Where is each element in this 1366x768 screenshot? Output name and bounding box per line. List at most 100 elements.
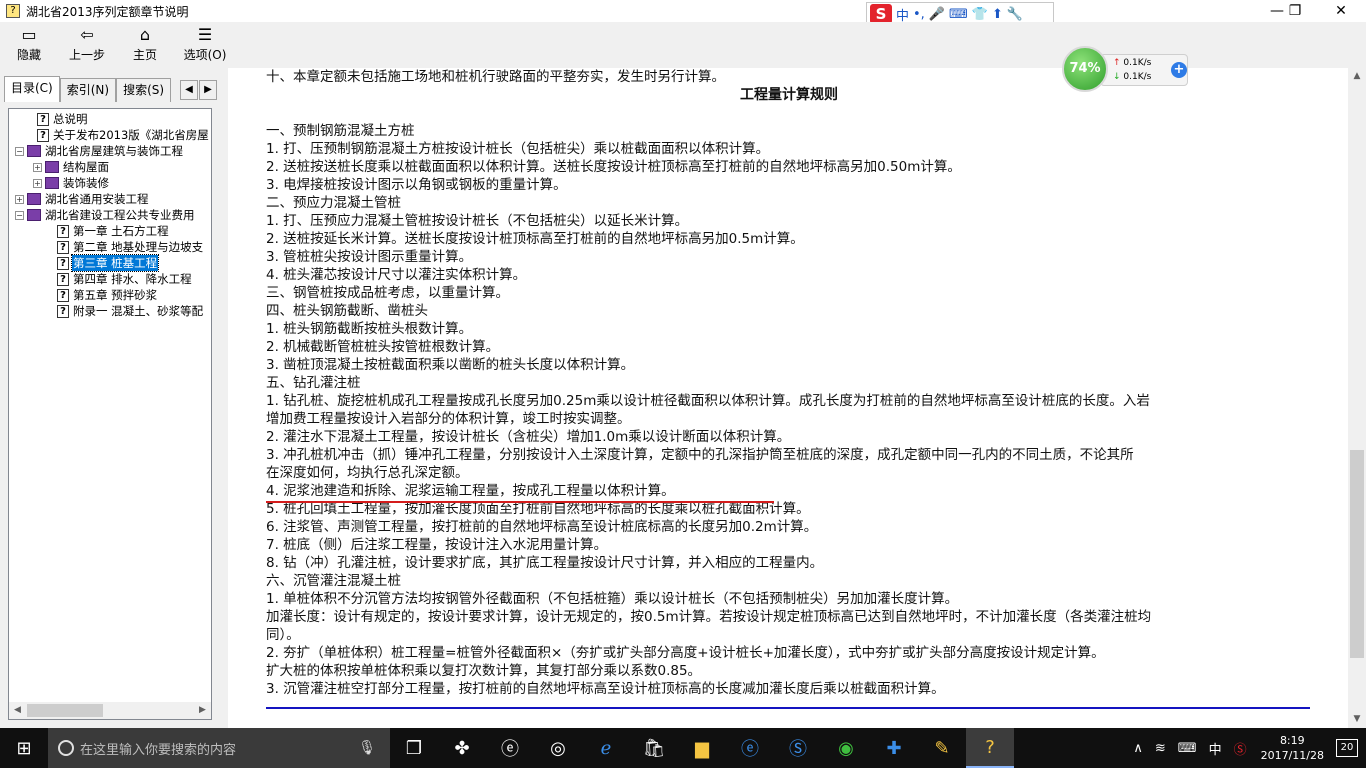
ime-voice-icon[interactable]: 🎤 [929,7,945,22]
home-button[interactable]: ⌂ 主页 [116,22,174,66]
tree-item[interactable]: ? 第一章 土石方工程 [9,223,211,239]
memory-usage-ball[interactable]: 74% [1062,46,1108,92]
tree-item[interactable]: ? 总说明 [9,111,211,127]
plus-app-icon[interactable]: ✚ [870,728,918,768]
edge-icon[interactable]: ℯ [582,728,630,768]
tree-item[interactable]: − 湖北省建设工程公共专业费用 [9,207,211,223]
notification-center-icon[interactable]: 20 [1336,739,1358,757]
swirl-app-icon[interactable]: ◎ [534,728,582,768]
tree-item-label: 第四章 排水、降水工程 [73,272,192,286]
tree-item[interactable]: + 湖北省通用安装工程 [9,191,211,207]
doc-line: 在深度如何，均执行总孔深定额。 [266,465,469,481]
options-button[interactable]: ☰ 选项(O) [174,22,236,66]
wifi-icon[interactable]: ≋ [1155,741,1166,756]
tree-item[interactable]: ? 附录一 混凝土、砂浆等配 [9,303,211,319]
browser-e-icon[interactable]: ⓔ [486,728,534,768]
ime-skin-icon[interactable]: 👕 [972,7,988,22]
tree-item[interactable]: ? 第二章 地基处理与边坡支 [9,239,211,255]
book-icon [27,193,41,205]
help-window: ? 湖北省2013序列定额章节说明 — ❐ ✕ S 中 •, 🎤 ⌨ 👕 ⬆ 🔧… [0,0,1366,728]
tree-item[interactable]: ? 第四章 排水、降水工程 [9,271,211,287]
tab-contents[interactable]: 目录(C) [4,76,60,102]
help-viewer-icon[interactable]: ? [966,728,1014,768]
help-page-icon: ? [37,128,49,142]
tree-item[interactable]: − 湖北省房屋建筑与装饰工程 [9,143,211,159]
expand-plus-icon[interactable]: + [33,178,42,188]
taskbar-search-box[interactable]: 在这里输入你要搜索的内容 🎙 [48,728,390,768]
help-page-icon: ? [37,112,49,126]
back-arrow-icon: ⇦ [80,25,94,44]
scroll-right-icon[interactable]: ▶ [194,702,211,719]
sogou-tray-icon[interactable]: Ⓢ [1234,739,1247,758]
tray-expand-icon[interactable]: ∧ [1133,741,1143,756]
keyboard-icon[interactable]: ⌨ [1178,741,1197,756]
accelerate-plus-icon[interactable]: + [1171,62,1187,78]
doc-line: 2. 灌注水下混凝土工程量，按设计桩长（含桩尖）增加1.0m乘以设计断面以体积计… [266,429,791,445]
tab-search[interactable]: 搜索(S) [116,78,172,102]
microphone-icon[interactable]: 🎙 [358,740,376,756]
task-view-icon[interactable]: ❐ [390,728,438,768]
doc-line: 3. 沉管灌注桩空打部分工程量，按打桩前的自然地坪标高至设计桩顶标高的长度减加灌… [266,681,945,697]
tab-scroll-right-icon[interactable]: ▶ [199,80,217,100]
ime-settings-icon[interactable]: 🔧 [1007,7,1023,22]
speed-panel: ↑ 0.1K/s ↓ 0.1K/s + [1100,54,1188,86]
tree-item[interactable]: + 装饰装修 [9,175,211,191]
sogou-browser-icon[interactable]: Ⓢ [774,728,822,768]
tree-item[interactable]: ? 关于发布2013版《湖北省房屋 [9,127,211,143]
blue-rule [266,707,1310,709]
ie-icon[interactable]: ⓔ [726,728,774,768]
tree-horizontal-scrollbar[interactable]: ◀ ▶ [9,702,211,719]
notepad-icon[interactable]: ✎ [918,728,966,768]
tree-item-label: 第五章 预拌砂浆 [73,288,158,302]
tree-item[interactable]: ? 第五章 预拌砂浆 [9,287,211,303]
input-lang-indicator[interactable]: 中 [1209,739,1222,758]
ime-keyboard-icon[interactable]: ⌨ [949,7,968,22]
doc-line: 2. 送桩按延长米计算。送桩长度按设计桩顶标高至打桩前的自然地坪标高另加0.5m… [266,231,804,247]
tree-item-label: 湖北省建设工程公共专业费用 [45,208,195,222]
pinwheel-app-icon[interactable]: ✤ [438,728,486,768]
ime-punct-icon[interactable]: •, [913,7,925,22]
windows-start-icon[interactable]: ⊞ [0,728,48,768]
back-label: 上一步 [68,48,105,62]
back-button[interactable]: ⇦ 上一步 [58,22,116,66]
doc-line: 6. 注浆管、声测管工程量，按打桩前的自然地坪标高至设计桩底标高的长度另加0.2… [266,519,818,535]
file-explorer-icon[interactable]: ▆ [678,728,726,768]
help-page-icon: ? [57,304,69,318]
ime-upload-icon[interactable]: ⬆ [992,7,1003,22]
tree-item-label: 关于发布2013版《湖北省房屋 [53,128,209,142]
scroll-thumb[interactable] [27,704,103,717]
tab-scroll-left-icon[interactable]: ◀ [180,80,198,100]
cortana-icon [58,740,74,756]
doc-line: 四、桩头钢筋截断、凿桩头 [266,303,428,319]
network-speed-widget[interactable]: ↑ 0.1K/s ↓ 0.1K/s + 74% [1062,46,1188,92]
sogou-logo-icon[interactable]: S [870,4,892,24]
contents-tree[interactable]: ? 总说明? 关于发布2013版《湖北省房屋 − 湖北省房屋建筑与装饰工程 + 结构屋面 + 装… [8,108,212,720]
scroll-down-icon[interactable]: ▼ [1348,711,1366,728]
content-scroll-thumb[interactable] [1350,450,1364,658]
store-icon[interactable]: 🛍 [630,728,678,768]
content-vertical-scrollbar[interactable]: ▲ ▼ [1348,68,1366,728]
close-button[interactable]: ✕ [1318,0,1364,22]
tree-item-label: 附录一 混凝土、砂浆等配 [73,304,204,318]
tree-item-label: 湖北省房屋建筑与装饰工程 [45,144,183,158]
hide-button[interactable]: ▭ 隐藏 [0,22,58,66]
collapse-minus-icon[interactable]: − [15,210,24,220]
scroll-up-icon[interactable]: ▲ [1348,68,1366,85]
book-icon [27,145,41,157]
tree-item[interactable]: ? 第三章 桩基工程 [9,254,211,272]
nav-tabs: 目录(C) 索引(N) 搜索(S) [4,76,172,102]
360-browser-icon[interactable]: ◉ [822,728,870,768]
tree-item[interactable]: + 结构屋面 [9,159,211,175]
doc-line: 1. 打、压预制钢筋混凝土方桩按设计桩长（包括桩尖）乘以桩截面面积以体积计算。 [266,141,770,157]
tab-index[interactable]: 索引(N) [59,78,117,102]
clock[interactable]: 8:19 2017/11/28 [1261,733,1324,763]
maximize-button[interactable]: ❐ [1272,0,1318,22]
collapse-minus-icon[interactable]: − [15,146,24,156]
doc-line: 1. 单桩体积不分沉管方法均按钢管外径截面积（不包括桩箍）乘以设计桩长（不包括预… [266,591,959,607]
expand-plus-icon[interactable]: + [15,194,24,204]
scroll-left-icon[interactable]: ◀ [9,702,26,719]
ime-lang-toggle[interactable]: 中 [896,5,909,24]
expand-plus-icon[interactable]: + [33,162,42,172]
tree-item-label: 第三章 桩基工程 [70,254,160,272]
hide-label: 隐藏 [16,48,41,62]
